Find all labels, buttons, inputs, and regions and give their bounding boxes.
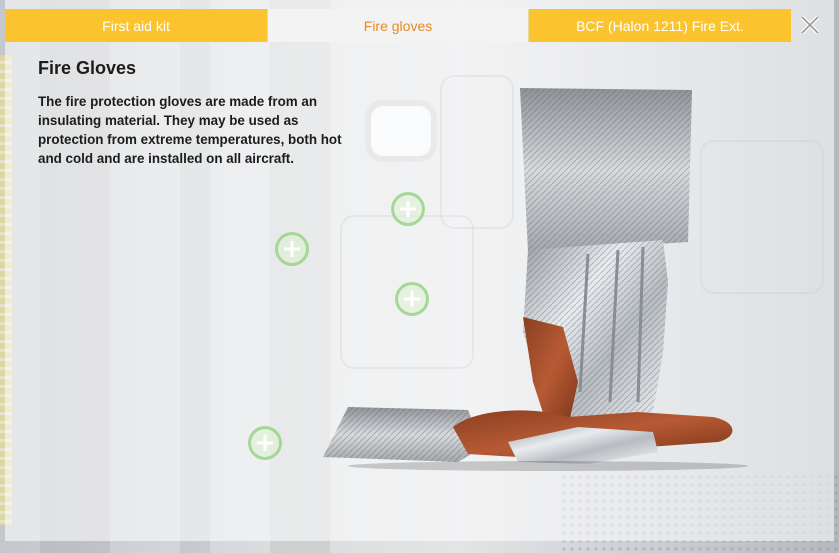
description-text: The fire protection gloves are made from… (38, 94, 342, 166)
hotspot-plus-icon[interactable] (248, 426, 282, 460)
tab-bcf-fire-extinguisher[interactable]: BCF (Halon 1211) Fire Ext. (529, 9, 791, 42)
tab-bar: First aid kit Fire gloves BCF (Halon 121… (5, 9, 791, 42)
close-icon[interactable] (796, 11, 824, 39)
hotspot-plus-icon[interactable] (275, 232, 309, 266)
page-title: Fire Gloves (38, 58, 137, 78)
tab-fire-gloves[interactable]: Fire gloves (267, 9, 529, 42)
tab-first-aid-kit[interactable]: First aid kit (5, 9, 267, 42)
fire-gloves-image (318, 82, 778, 472)
